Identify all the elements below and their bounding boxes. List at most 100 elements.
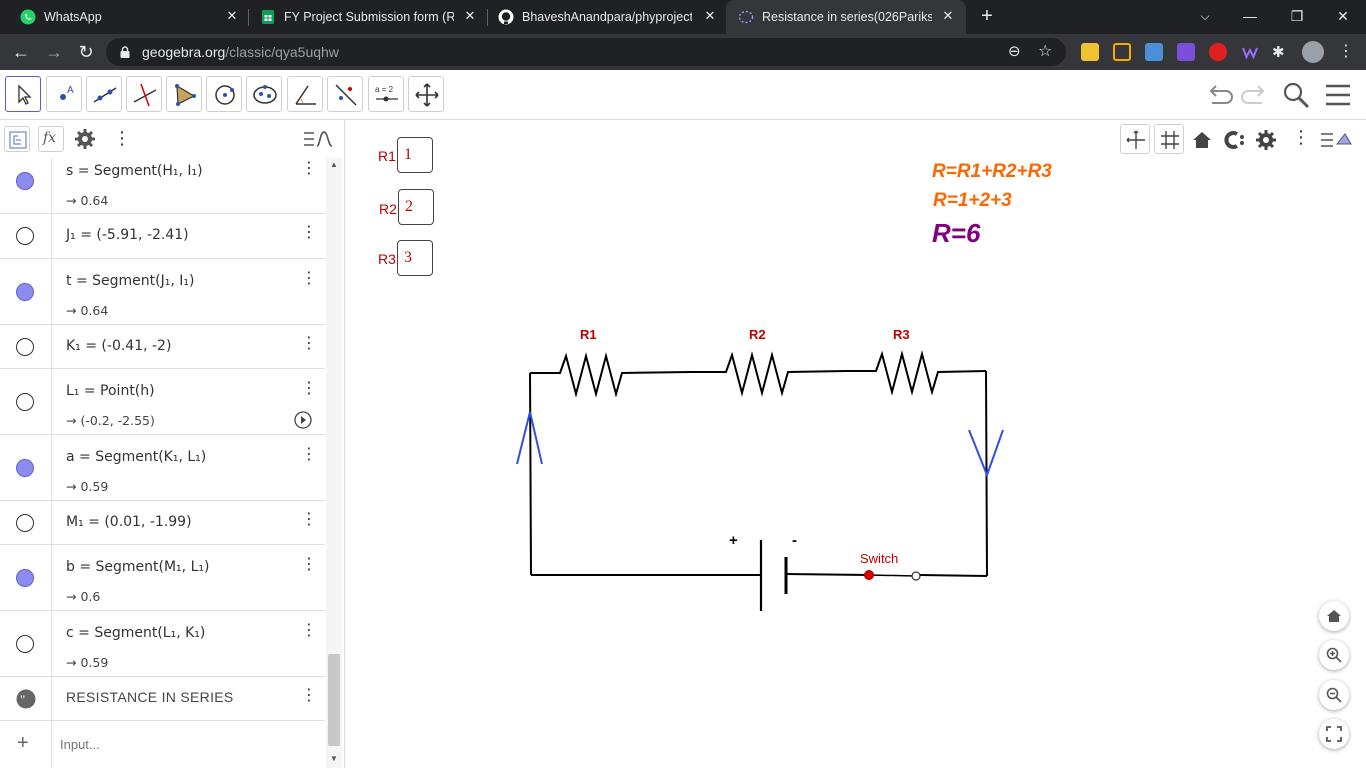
item-menu-icon[interactable]: ⋮ bbox=[301, 271, 317, 287]
item-menu-icon[interactable]: ⋮ bbox=[301, 557, 317, 573]
item-definition[interactable]: L₁ = Point(h) bbox=[66, 383, 155, 399]
item-menu-icon[interactable]: ⋮ bbox=[301, 512, 317, 528]
visibility-toggle[interactable] bbox=[16, 283, 34, 301]
item-menu-icon[interactable]: ⋮ bbox=[301, 447, 317, 463]
tab-search-button[interactable]: ⌵ bbox=[1191, 4, 1219, 28]
item-menu-icon[interactable]: ⋮ bbox=[301, 161, 317, 177]
graphics-style-toggle-icon[interactable] bbox=[1319, 128, 1353, 152]
scroll-down-icon[interactable]: ▼ bbox=[330, 754, 338, 763]
tool-ellipse[interactable] bbox=[246, 76, 282, 112]
standard-view-button[interactable] bbox=[1319, 601, 1349, 631]
item-definition[interactable]: J₁ = (-5.91, -2.41) bbox=[66, 227, 189, 243]
point-capture-icon[interactable] bbox=[1223, 129, 1247, 151]
tool-perpendicular[interactable] bbox=[126, 76, 162, 112]
visibility-toggle[interactable] bbox=[16, 459, 34, 477]
zoom-in-button[interactable] bbox=[1319, 640, 1349, 670]
extension-screenshot-icon[interactable] bbox=[1113, 43, 1131, 61]
tool-polygon[interactable] bbox=[166, 76, 202, 112]
switch-contact[interactable] bbox=[911, 571, 921, 581]
tool-move-graphics[interactable] bbox=[408, 76, 444, 112]
algebra-scrollbar[interactable]: ▲ ▼ bbox=[326, 158, 342, 768]
tab-github[interactable]: BhaveshAnandpara/phyproject: A ✕ bbox=[478, 0, 726, 34]
zoom-icon[interactable]: ⊖ bbox=[1008, 42, 1028, 62]
address-bar[interactable]: geogebra.org/classic/qya5uqhw ⊖ ☆ bbox=[106, 38, 1066, 66]
close-window-button[interactable]: ✕ bbox=[1329, 4, 1357, 28]
algebra-style-icon[interactable] bbox=[302, 128, 334, 150]
algebra-input-row[interactable]: + bbox=[0, 721, 325, 768]
item-menu-icon[interactable]: ⋮ bbox=[301, 623, 317, 639]
menu-hamburger-icon[interactable] bbox=[1324, 82, 1352, 108]
algebra-item[interactable]: t = Segment(J₁, I₁) → 0.64 ⋮ bbox=[0, 259, 325, 325]
extension-notes-icon[interactable] bbox=[1081, 43, 1099, 61]
graphics-view[interactable]: R1 1 R2 2 R3 3 R=R1+R2+R3 R=1+2+3 R=6 R1… bbox=[346, 120, 1366, 768]
add-plus-icon[interactable]: + bbox=[17, 732, 29, 755]
forward-arrow-icon[interactable]: → bbox=[42, 40, 66, 64]
tool-point[interactable]: A bbox=[46, 76, 82, 112]
item-menu-icon[interactable]: ⋮ bbox=[301, 336, 317, 352]
tool-slider[interactable]: a = 2 bbox=[368, 76, 404, 112]
close-icon[interactable]: ✕ bbox=[224, 8, 240, 24]
algebra-item[interactable]: L₁ = Point(h) → (-0.2, -2.55) ⋮ bbox=[0, 369, 325, 435]
back-arrow-icon[interactable]: ← bbox=[9, 40, 33, 64]
algebra-input-field[interactable] bbox=[60, 734, 300, 754]
item-menu-icon[interactable]: ⋮ bbox=[301, 225, 317, 241]
algebra-item[interactable]: " RESISTANCE IN SERIES ⋮ bbox=[0, 677, 325, 721]
extension-v-icon[interactable] bbox=[1177, 43, 1195, 61]
extension-adblock-icon[interactable] bbox=[1209, 43, 1227, 61]
visibility-toggle[interactable] bbox=[16, 635, 34, 653]
visibility-toggle[interactable] bbox=[16, 172, 34, 190]
gear-icon[interactable] bbox=[1255, 129, 1277, 151]
restore-button[interactable]: ❐ bbox=[1283, 4, 1311, 28]
undo-icon[interactable] bbox=[1206, 82, 1236, 108]
tool-line[interactable] bbox=[86, 76, 122, 112]
chrome-menu-icon[interactable]: ⋮ bbox=[1334, 40, 1358, 64]
item-menu-icon[interactable]: ⋮ bbox=[301, 381, 317, 397]
close-icon[interactable]: ✕ bbox=[702, 8, 718, 24]
input-bar-toggle-button[interactable]: fx bbox=[38, 126, 64, 152]
switch-pivot[interactable] bbox=[864, 570, 874, 580]
tool-circle[interactable] bbox=[206, 76, 242, 112]
play-animation-icon[interactable] bbox=[294, 411, 312, 429]
algebra-item[interactable]: b = Segment(M₁, L₁) → 0.6 ⋮ bbox=[0, 545, 325, 611]
item-definition[interactable]: c = Segment(L₁, K₁) bbox=[66, 625, 205, 641]
extensions-puzzle-icon[interactable]: ✱ bbox=[1272, 43, 1290, 61]
algebra-item[interactable]: M₁ = (0.01, -1.99) ⋮ bbox=[0, 501, 325, 545]
algebra-item[interactable]: s = Segment(H₁, I₁) → 0.64 ⋮ bbox=[0, 158, 325, 214]
visibility-toggle[interactable] bbox=[16, 514, 34, 532]
close-icon[interactable]: ✕ bbox=[462, 8, 478, 24]
search-icon[interactable] bbox=[1281, 80, 1311, 110]
tab-geogebra-active[interactable]: Resistance in series(026ParikshitS ✕ bbox=[726, 0, 966, 34]
algebra-item[interactable]: K₁ = (-0.41, -2) ⋮ bbox=[0, 325, 325, 369]
tab-whatsapp[interactable]: WhatsApp ✕ bbox=[0, 0, 248, 34]
algebra-view-toggle-button[interactable] bbox=[4, 126, 30, 152]
tab-sheets[interactable]: FY Project Submission form (Resp ✕ bbox=[240, 0, 486, 34]
profile-avatar[interactable] bbox=[1302, 41, 1324, 63]
item-definition[interactable]: s = Segment(H₁, I₁) bbox=[66, 163, 203, 179]
extension-download-icon[interactable] bbox=[1145, 43, 1163, 61]
zoom-out-button[interactable] bbox=[1319, 680, 1349, 710]
gear-icon[interactable] bbox=[74, 128, 96, 150]
visibility-toggle[interactable] bbox=[16, 393, 34, 411]
more-menu-icon[interactable]: ⋮ bbox=[113, 128, 131, 149]
algebra-item[interactable]: J₁ = (-5.91, -2.41) ⋮ bbox=[0, 214, 325, 259]
toggle-axes-button[interactable] bbox=[1120, 124, 1150, 154]
item-definition[interactable]: b = Segment(M₁, L₁) bbox=[66, 559, 209, 575]
item-menu-icon[interactable]: ⋮ bbox=[301, 688, 317, 704]
item-definition[interactable]: K₁ = (-0.41, -2) bbox=[66, 338, 171, 354]
redo-icon[interactable] bbox=[1238, 82, 1268, 108]
home-icon[interactable] bbox=[1191, 129, 1213, 151]
bookmark-star-icon[interactable]: ☆ bbox=[1038, 41, 1058, 61]
item-definition[interactable]: M₁ = (0.01, -1.99) bbox=[66, 514, 192, 530]
reload-icon[interactable]: ↻ bbox=[74, 40, 98, 64]
visibility-toggle[interactable] bbox=[16, 227, 34, 245]
scroll-up-icon[interactable]: ▲ bbox=[330, 160, 338, 169]
visibility-toggle[interactable] bbox=[16, 338, 34, 356]
algebra-item[interactable]: c = Segment(L₁, K₁) → 0.59 ⋮ bbox=[0, 611, 325, 677]
tool-reflect[interactable] bbox=[327, 76, 363, 112]
tool-move[interactable] bbox=[5, 76, 41, 112]
fullscreen-button[interactable] bbox=[1319, 719, 1349, 749]
algebra-item[interactable]: a = Segment(K₁, L₁) → 0.59 ⋮ bbox=[0, 435, 325, 501]
scrollbar-thumb[interactable] bbox=[328, 654, 340, 746]
item-definition[interactable]: RESISTANCE IN SERIES bbox=[66, 689, 234, 705]
extension-w-icon[interactable] bbox=[1241, 43, 1259, 61]
